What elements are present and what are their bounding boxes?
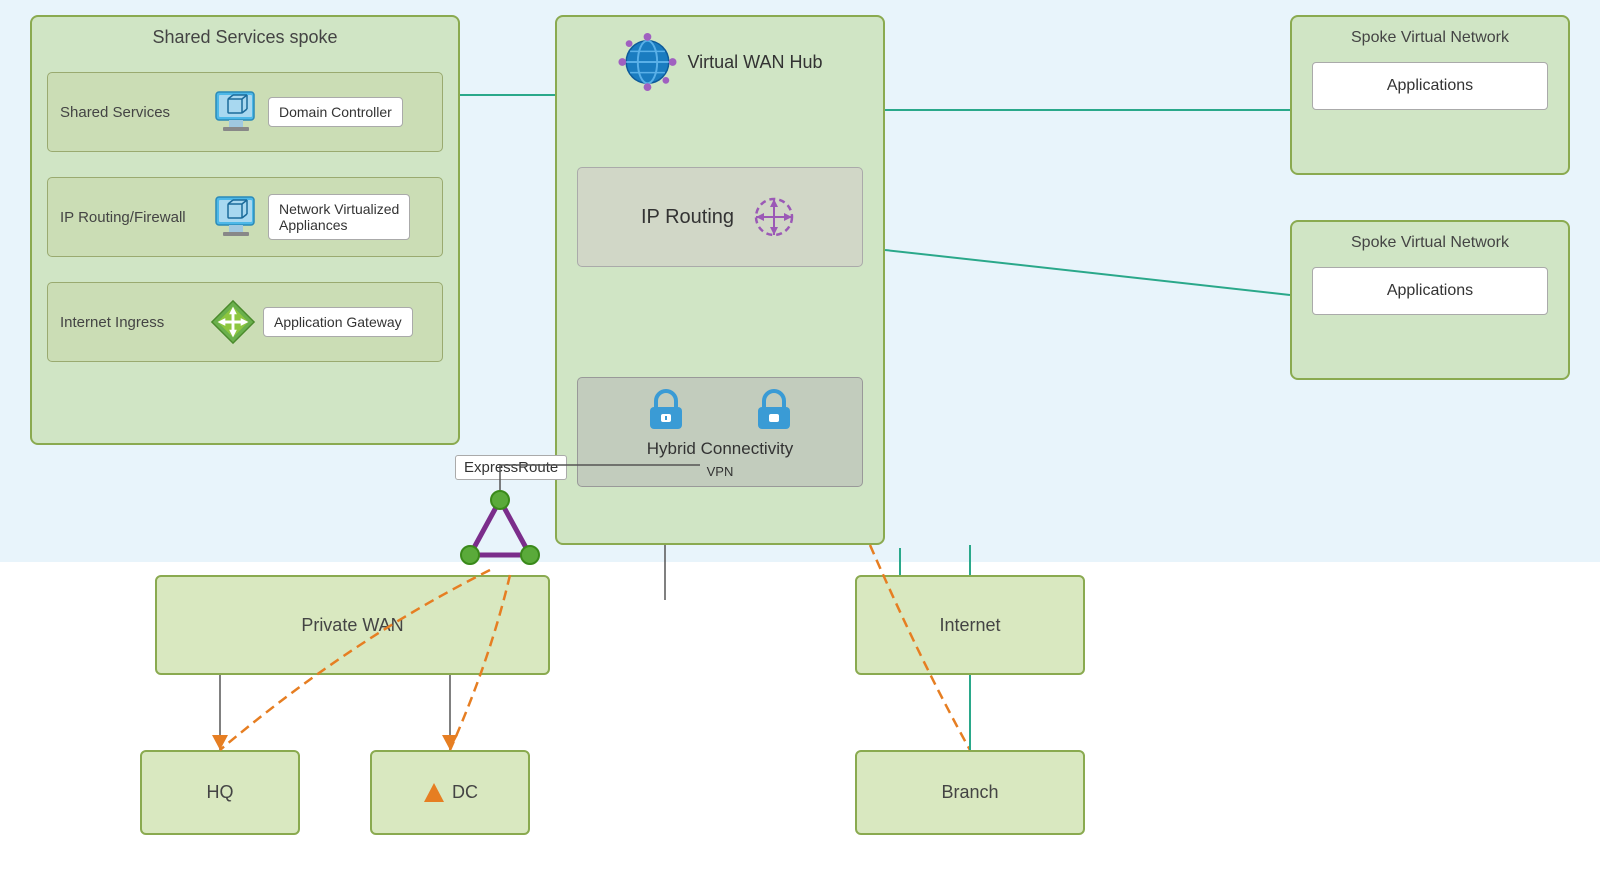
hybrid-icons: [642, 385, 798, 433]
domain-controller-box: Domain Controller: [268, 97, 403, 127]
triangle-network-icon: [455, 490, 545, 575]
monitor-icon-1: [208, 85, 263, 140]
ip-routing-label: IP Routing/Firewall: [48, 209, 208, 226]
shared-services-spoke: Shared Services spoke Shared Services: [30, 15, 460, 445]
branch-box: Branch: [855, 750, 1085, 835]
hybrid-connectivity-box: Hybrid Connectivity VPN: [577, 377, 863, 487]
lock-icon-right: [750, 385, 798, 433]
private-wan-label: Private WAN: [301, 615, 403, 636]
wan-hub: Virtual WAN Hub IP Routing: [555, 15, 885, 545]
hybrid-connectivity-label: Hybrid Connectivity: [647, 438, 793, 460]
spoke-vnet-top: Spoke Virtual Network Applications: [1290, 15, 1570, 175]
spoke-vnet-bottom: Spoke Virtual Network Applications: [1290, 220, 1570, 380]
routing-icon: [749, 192, 799, 242]
dc-label: DC: [452, 782, 478, 803]
lock-icon-left: [642, 385, 690, 433]
hq-label: HQ: [207, 782, 234, 803]
nva-box: Network Virtualized Appliances: [268, 194, 410, 240]
apps-box-bottom: Applications: [1312, 267, 1548, 315]
globe-icon: [617, 32, 677, 92]
hq-box: HQ: [140, 750, 300, 835]
monitor-icon-2: [208, 190, 263, 245]
appgw-box: Application Gateway: [263, 307, 413, 337]
apps-box-top: Applications: [1312, 62, 1548, 110]
shared-services-label: Shared Services: [48, 104, 208, 121]
spoke-title: Shared Services spoke: [152, 27, 337, 48]
internet-box: Internet: [855, 575, 1085, 675]
internet-ingress-row: Internet Ingress Application Gateway: [47, 282, 443, 362]
expressroute-label: ExpressRoute: [455, 455, 567, 480]
main-canvas: Shared Services spoke Shared Services: [0, 0, 1600, 882]
dc-box: DC: [370, 750, 530, 835]
ip-routing-inner-box: IP Routing: [577, 167, 863, 267]
private-wan-box: Private WAN: [155, 575, 550, 675]
appgw-icon: [208, 297, 258, 347]
wan-hub-header: Virtual WAN Hub: [617, 32, 822, 92]
branch-label: Branch: [941, 782, 998, 803]
spoke-vnet-bottom-title: Spoke Virtual Network: [1292, 222, 1568, 252]
shared-services-row: Shared Services Domain Controller: [47, 72, 443, 152]
spoke-vnet-top-title: Spoke Virtual Network: [1292, 17, 1568, 47]
internet-ingress-label: Internet Ingress: [48, 314, 208, 331]
dc-arrow-icon: [422, 780, 447, 805]
wan-hub-title: Virtual WAN Hub: [687, 52, 822, 73]
ip-routing-inner-label: IP Routing: [641, 206, 734, 229]
ip-routing-row: IP Routing/Firewall Network Virtualized …: [47, 177, 443, 257]
internet-label: Internet: [939, 615, 1000, 636]
vpn-label: VPN: [707, 464, 734, 479]
